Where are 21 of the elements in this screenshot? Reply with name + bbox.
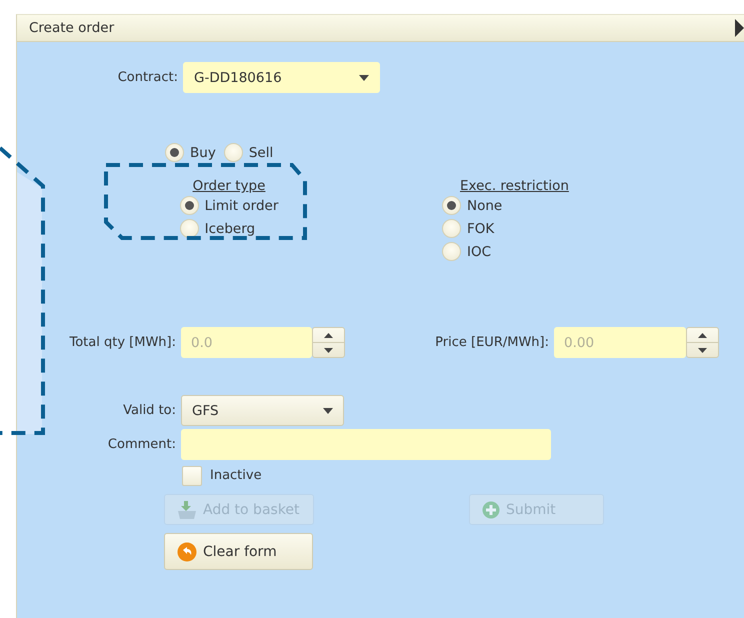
group-title: Exec. restriction (460, 178, 569, 194)
radio-label: Buy (190, 144, 216, 160)
contract-dropdown[interactable]: G-DD180616 (183, 62, 380, 93)
radio-label: None (467, 198, 502, 214)
panel-title: Create order (29, 20, 114, 36)
quantity-field[interactable]: 0.0 (181, 327, 312, 358)
radio-label: Sell (248, 144, 274, 160)
radio-label: IOC (467, 244, 492, 260)
valid-to-dropdown[interactable]: GFS (181, 395, 344, 426)
field-label: Comment: (106, 437, 177, 452)
field-label: Valid to: (122, 403, 177, 418)
field-label: Contract: (116, 70, 179, 85)
checkbox-label: Inactive (210, 468, 262, 483)
radio-label: Limit order (204, 198, 278, 214)
field-label: Total qty [MWh]: (68, 335, 177, 350)
price-field[interactable]: 0.00 (554, 327, 686, 358)
radio-label: Iceberg (204, 220, 256, 236)
field-label: Price [EUR/MWh]: (434, 335, 550, 350)
action-button[interactable]: Clear form (164, 533, 313, 570)
group-title: Order type (192, 178, 266, 194)
radio-label: FOK (467, 220, 494, 236)
